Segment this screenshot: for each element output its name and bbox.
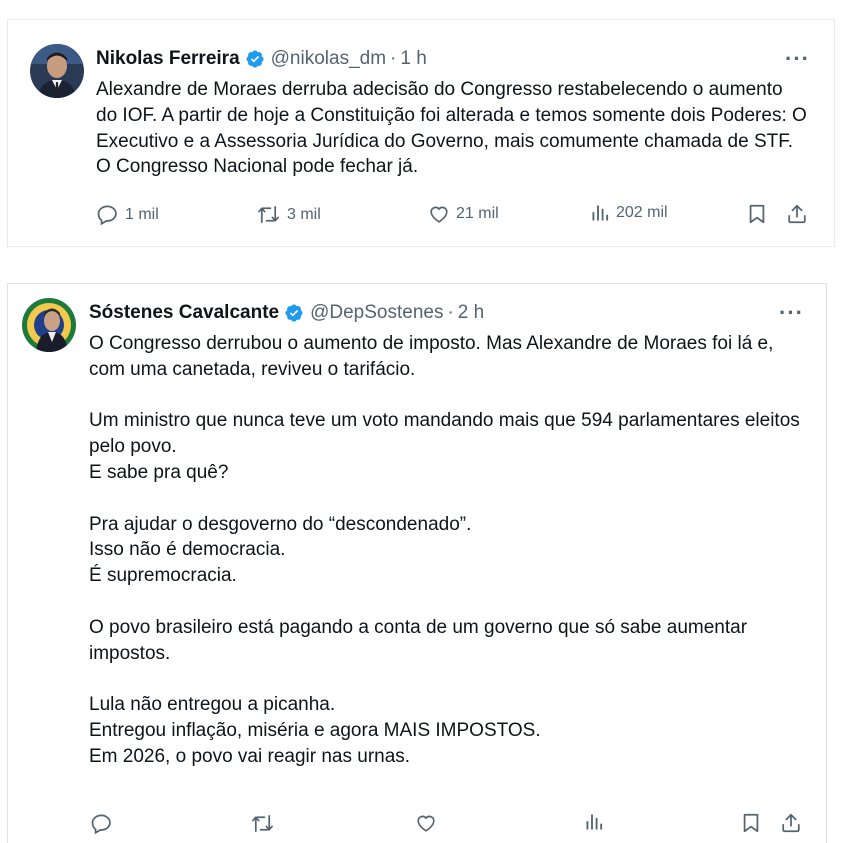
repost-button[interactable]: 3 mil bbox=[256, 203, 321, 226]
author-handle[interactable]: @DepSostenes bbox=[310, 302, 443, 324]
reply-button[interactable]: 1 mil bbox=[96, 203, 159, 226]
repost-icon bbox=[256, 203, 281, 226]
bookmark-icon bbox=[740, 812, 762, 834]
separator: · bbox=[390, 48, 397, 69]
like-icon bbox=[428, 203, 450, 225]
tweet-text: Alexandre de Moraes derruba adecisão do … bbox=[96, 79, 807, 178]
like-button[interactable] bbox=[415, 812, 437, 834]
more-options-icon[interactable]: ··· bbox=[785, 48, 810, 70]
reply-icon bbox=[96, 203, 119, 226]
tweet-card[interactable]: Nikolas Ferreira @nikolas_dm · 1 h ··· A… bbox=[7, 19, 835, 247]
author-name[interactable]: Sóstenes Cavalcante bbox=[89, 302, 279, 324]
repost-button[interactable] bbox=[250, 812, 275, 835]
timestamp[interactable]: 1 h bbox=[400, 48, 426, 70]
views-icon bbox=[584, 812, 604, 832]
reply-icon bbox=[90, 812, 113, 835]
more-options-icon[interactable]: ··· bbox=[779, 302, 804, 324]
tweet-header: Nikolas Ferreira @nikolas_dm · 1 h bbox=[96, 48, 427, 70]
author-name[interactable]: Nikolas Ferreira bbox=[96, 48, 240, 70]
views-button[interactable]: 202 mil bbox=[590, 203, 668, 223]
views-button[interactable] bbox=[584, 812, 604, 832]
like-icon bbox=[415, 812, 437, 834]
separator: · bbox=[447, 302, 454, 323]
views-icon bbox=[590, 203, 610, 223]
bookmark-icon bbox=[746, 203, 768, 225]
author-handle[interactable]: @nikolas_dm bbox=[271, 48, 386, 70]
verified-badge-icon bbox=[245, 49, 265, 69]
tweet-actions: 1 mil 3 mil 21 mil 202 mil bbox=[96, 203, 816, 229]
repost-icon bbox=[250, 812, 275, 835]
share-button[interactable] bbox=[780, 812, 802, 834]
like-button[interactable]: 21 mil bbox=[428, 203, 499, 225]
avatar[interactable] bbox=[30, 44, 84, 98]
like-count: 21 mil bbox=[456, 205, 499, 222]
views-count: 202 mil bbox=[616, 204, 668, 221]
share-icon bbox=[780, 812, 802, 834]
tweet-actions bbox=[90, 812, 810, 838]
tweet-card[interactable]: Sóstenes Cavalcante @DepSostenes · 2 h ·… bbox=[7, 283, 827, 843]
bookmark-button[interactable] bbox=[740, 812, 762, 834]
avatar[interactable] bbox=[22, 298, 76, 352]
share-button[interactable] bbox=[786, 203, 808, 225]
verified-badge-icon bbox=[284, 303, 304, 323]
reply-button[interactable] bbox=[90, 812, 113, 835]
tweet-header: Sóstenes Cavalcante @DepSostenes · 2 h bbox=[89, 302, 484, 324]
repost-count: 3 mil bbox=[287, 205, 321, 223]
share-icon bbox=[786, 203, 808, 225]
bookmark-button[interactable] bbox=[746, 203, 768, 225]
timestamp[interactable]: 2 h bbox=[458, 302, 484, 324]
reply-count: 1 mil bbox=[125, 205, 159, 223]
tweet-text: O Congresso derrubou o aumento de impost… bbox=[89, 333, 800, 767]
